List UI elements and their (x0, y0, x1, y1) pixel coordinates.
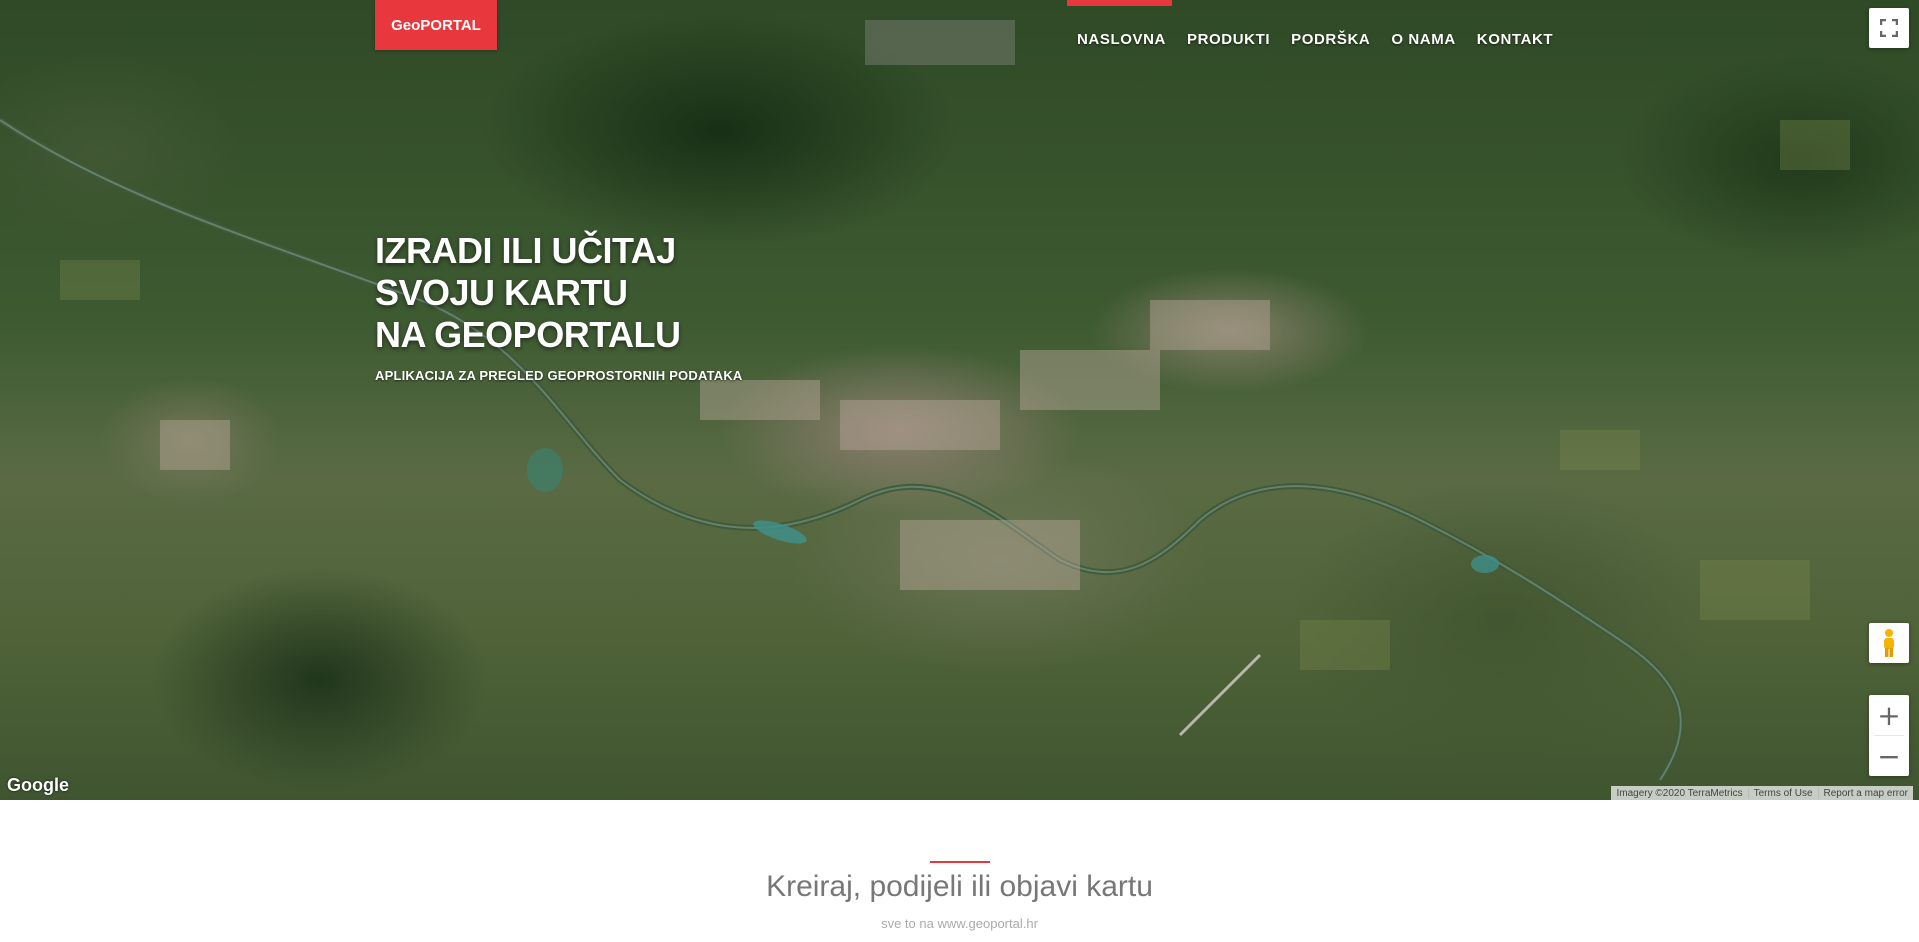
zoom-out-button[interactable]: − (1869, 736, 1909, 776)
brand-logo-button[interactable]: GeoPORTAL (375, 0, 497, 50)
imagery-attribution: Imagery ©2020 TerraMetrics (1616, 787, 1743, 799)
section-title: Kreiraj, podijeli ili objavi kartu (766, 870, 1153, 903)
google-logo: Google (7, 775, 69, 795)
street-view-pegman-icon (1884, 629, 1894, 657)
map-satellite-view[interactable]: GeoPORTAL NASLOVNA PRODUKTI PODRŠKA O NA… (0, 0, 1919, 800)
nav-item-naslovna[interactable]: NASLOVNA (1077, 31, 1166, 48)
zoom-in-button[interactable]: + (1869, 695, 1909, 735)
section-accent-line (930, 861, 990, 863)
nav-item-produkti[interactable]: PRODUKTI (1187, 31, 1270, 48)
nav-item-o-nama[interactable]: O NAMA (1391, 31, 1455, 48)
map-imagery-features (0, 20, 1850, 782)
map-attribution: Imagery ©2020 TerraMetrics Terms of Use … (1611, 786, 1913, 800)
zoom-control: + − (1869, 695, 1909, 776)
section-subtitle: sve to na www.geoportal.hr (881, 916, 1038, 931)
nav-item-podrska[interactable]: PODRŠKA (1291, 31, 1370, 48)
hero-title-line: IZRADI ILI UČITAJ (375, 230, 676, 271)
nav-item-kontakt[interactable]: KONTAKT (1477, 31, 1553, 48)
terms-of-use-link[interactable]: Terms of Use (1747, 787, 1818, 799)
main-navigation: NASLOVNA PRODUKTI PODRŠKA O NAMA KONTAKT (1077, 31, 1574, 48)
street-view-button[interactable] (1869, 623, 1909, 663)
nav-active-indicator (1067, 0, 1172, 6)
hero-title-line: SVOJU KARTU (375, 272, 628, 313)
report-map-error-link[interactable]: Report a map error (1817, 787, 1913, 799)
hero-title: IZRADI ILI UČITAJ SVOJU KARTU NA GEOPORT… (375, 230, 795, 356)
fullscreen-button[interactable] (1869, 8, 1909, 48)
hero-subtitle: APLIKACIJA ZA PREGLED GEOPROSTORNIH PODA… (375, 368, 743, 383)
hero-title-line: NA GEOPORTALU (375, 314, 681, 355)
fullscreen-icon (1880, 19, 1898, 37)
